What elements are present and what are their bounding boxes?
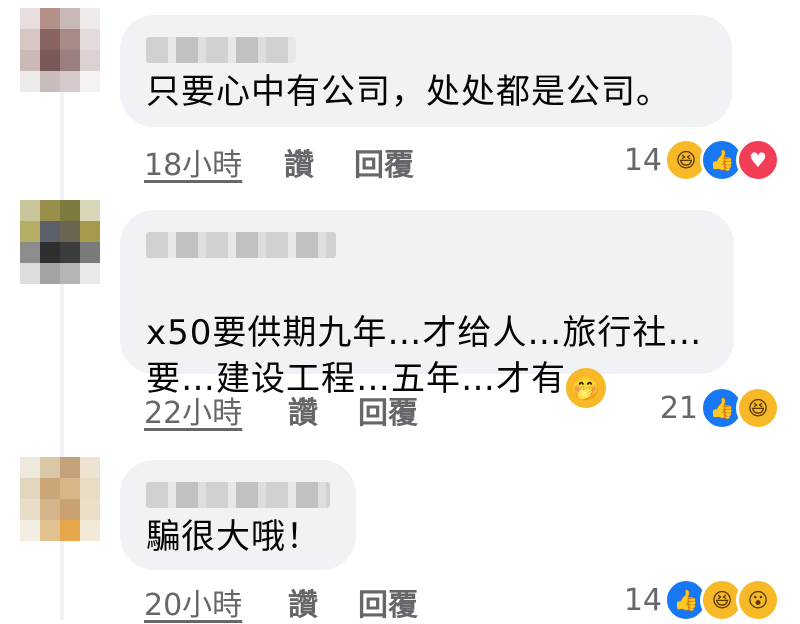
reaction-summary[interactable]: 14 😆 👍 ♥ [624, 138, 780, 182]
comment-text: 騙很大哦！ [146, 517, 321, 557]
like-button[interactable]: 讚 [288, 388, 318, 432]
reply-button[interactable]: 回覆 [358, 388, 418, 432]
comment-timestamp[interactable]: 20小時 [144, 580, 242, 624]
comment-bubble: 騙很大哦！ [120, 460, 356, 570]
avatar[interactable] [20, 8, 100, 92]
reply-button[interactable]: 回覆 [354, 140, 414, 184]
commenter-name-blurred[interactable] [146, 37, 296, 63]
like-button[interactable]: 讚 [288, 580, 318, 624]
comment-bubble: x50要供期九年…才给人…旅行社… 要…建设工程…五年…才有 🤭 [120, 210, 734, 408]
comment-timestamp[interactable]: 18小時 [144, 140, 242, 184]
comment-text: x50要供期九年…才给人…旅行社… 要…建设工程…五年…才有 🤭 [146, 264, 706, 408]
love-icon: ♥ [736, 138, 780, 182]
comment-actions: 18小時 讚 回覆 14 😆 👍 ♥ [144, 138, 780, 183]
wow-icon: 😮 [736, 578, 780, 622]
reaction-count: 14 [623, 582, 662, 618]
comment-bubble: 只要心中有公司，处处都是公司。 [120, 15, 732, 127]
laugh-icon: 😆 [736, 386, 780, 430]
reaction-summary[interactable]: 14 👍 😆 😮 [624, 578, 780, 622]
reply-button[interactable]: 回覆 [358, 580, 418, 624]
avatar[interactable] [20, 457, 100, 541]
reaction-count: 21 [659, 390, 698, 426]
comment-timestamp[interactable]: 22小時 [144, 388, 242, 432]
commenter-name-blurred[interactable] [146, 482, 330, 508]
avatar[interactable] [20, 200, 100, 284]
commenter-name-blurred[interactable] [146, 232, 336, 258]
comment-actions: 20小時 讚 回覆 14 👍 😆 😮 [144, 578, 780, 623]
reaction-summary[interactable]: 21 👍 😆 [660, 386, 780, 430]
comment-actions: 22小時 讚 回覆 21 👍 😆 [144, 386, 780, 431]
comment-text: 只要心中有公司，处处都是公司。 [146, 72, 671, 112]
reaction-count: 14 [623, 142, 662, 178]
like-button[interactable]: 讚 [284, 140, 314, 184]
